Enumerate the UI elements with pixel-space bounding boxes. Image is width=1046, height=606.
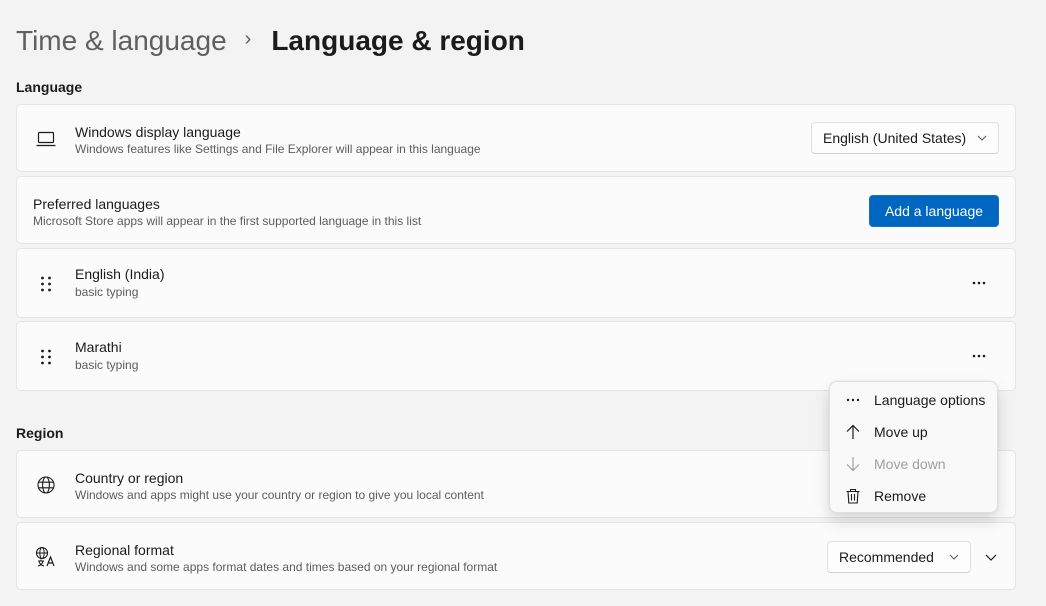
language-format-icon: [35, 546, 57, 568]
preferred-languages-title: Preferred languages: [33, 196, 160, 212]
menu-item-language-options[interactable]: Language options: [834, 385, 994, 415]
preferred-languages-card: Preferred languages Microsoft Store apps…: [16, 176, 1016, 244]
menu-item-label: Language options: [874, 392, 986, 408]
menu-item-move-up[interactable]: Move up: [834, 417, 994, 447]
country-region-subtitle: Windows and apps might use your country …: [75, 488, 484, 502]
regional-format-title: Regional format: [75, 542, 174, 558]
menu-item-label: Move up: [874, 424, 928, 440]
trash-icon: [845, 488, 861, 504]
regional-format-dropdown[interactable]: Recommended: [827, 541, 971, 573]
expand-button[interactable]: [975, 541, 1007, 573]
page-title: Language & region: [271, 25, 525, 56]
language-name: Marathi: [75, 339, 122, 355]
laptop-icon: [35, 128, 57, 150]
chevron-down-icon: [977, 135, 987, 141]
chevron-down-icon: [949, 554, 959, 560]
country-region-title: Country or region: [75, 470, 184, 486]
language-name: English (India): [75, 266, 165, 282]
breadcrumb: Time & language › Language & region: [16, 22, 525, 60]
display-language-value: English (United States): [823, 130, 967, 146]
more-options-button[interactable]: [963, 340, 995, 372]
language-context-menu: Language options Move up Move down Remov…: [829, 381, 998, 513]
regional-format-subtitle: Windows and some apps format dates and t…: [75, 560, 498, 574]
display-language-card: Windows display language Windows feature…: [16, 104, 1016, 172]
section-title-region: Region: [16, 425, 64, 441]
display-language-title: Windows display language: [75, 124, 241, 140]
section-title-language: Language: [16, 79, 83, 95]
more-horizontal-icon: [972, 354, 986, 358]
menu-item-move-down: Move down: [834, 449, 994, 479]
globe-icon: [35, 474, 57, 496]
settings-page: Time & language › Language & region Lang…: [0, 0, 1046, 606]
more-horizontal-icon: [845, 392, 861, 408]
language-detail: basic typing: [75, 358, 139, 372]
regional-format-value: Recommended: [839, 549, 934, 565]
menu-item-remove[interactable]: Remove: [834, 481, 994, 511]
breadcrumb-separator: ›: [244, 28, 252, 50]
breadcrumb-parent[interactable]: Time & language: [16, 22, 227, 60]
regional-format-card[interactable]: Regional format Windows and some apps fo…: [16, 522, 1016, 590]
arrow-down-icon: [845, 456, 861, 472]
language-item-english-india[interactable]: English (India) basic typing: [16, 248, 1016, 318]
drag-handle-icon[interactable]: [35, 273, 57, 295]
arrow-up-icon: [845, 424, 861, 440]
drag-handle-icon[interactable]: [35, 346, 57, 368]
display-language-subtitle: Windows features like Settings and File …: [75, 142, 481, 156]
display-language-dropdown[interactable]: English (United States): [811, 122, 999, 154]
add-language-button[interactable]: Add a language: [869, 195, 999, 227]
chevron-down-icon: [985, 554, 997, 561]
language-detail: basic typing: [75, 285, 139, 299]
menu-item-label: Move down: [874, 456, 946, 472]
menu-item-label: Remove: [874, 488, 927, 504]
preferred-languages-subtitle: Microsoft Store apps will appear in the …: [33, 214, 422, 228]
more-options-button[interactable]: [963, 267, 995, 299]
more-horizontal-icon: [972, 281, 986, 285]
